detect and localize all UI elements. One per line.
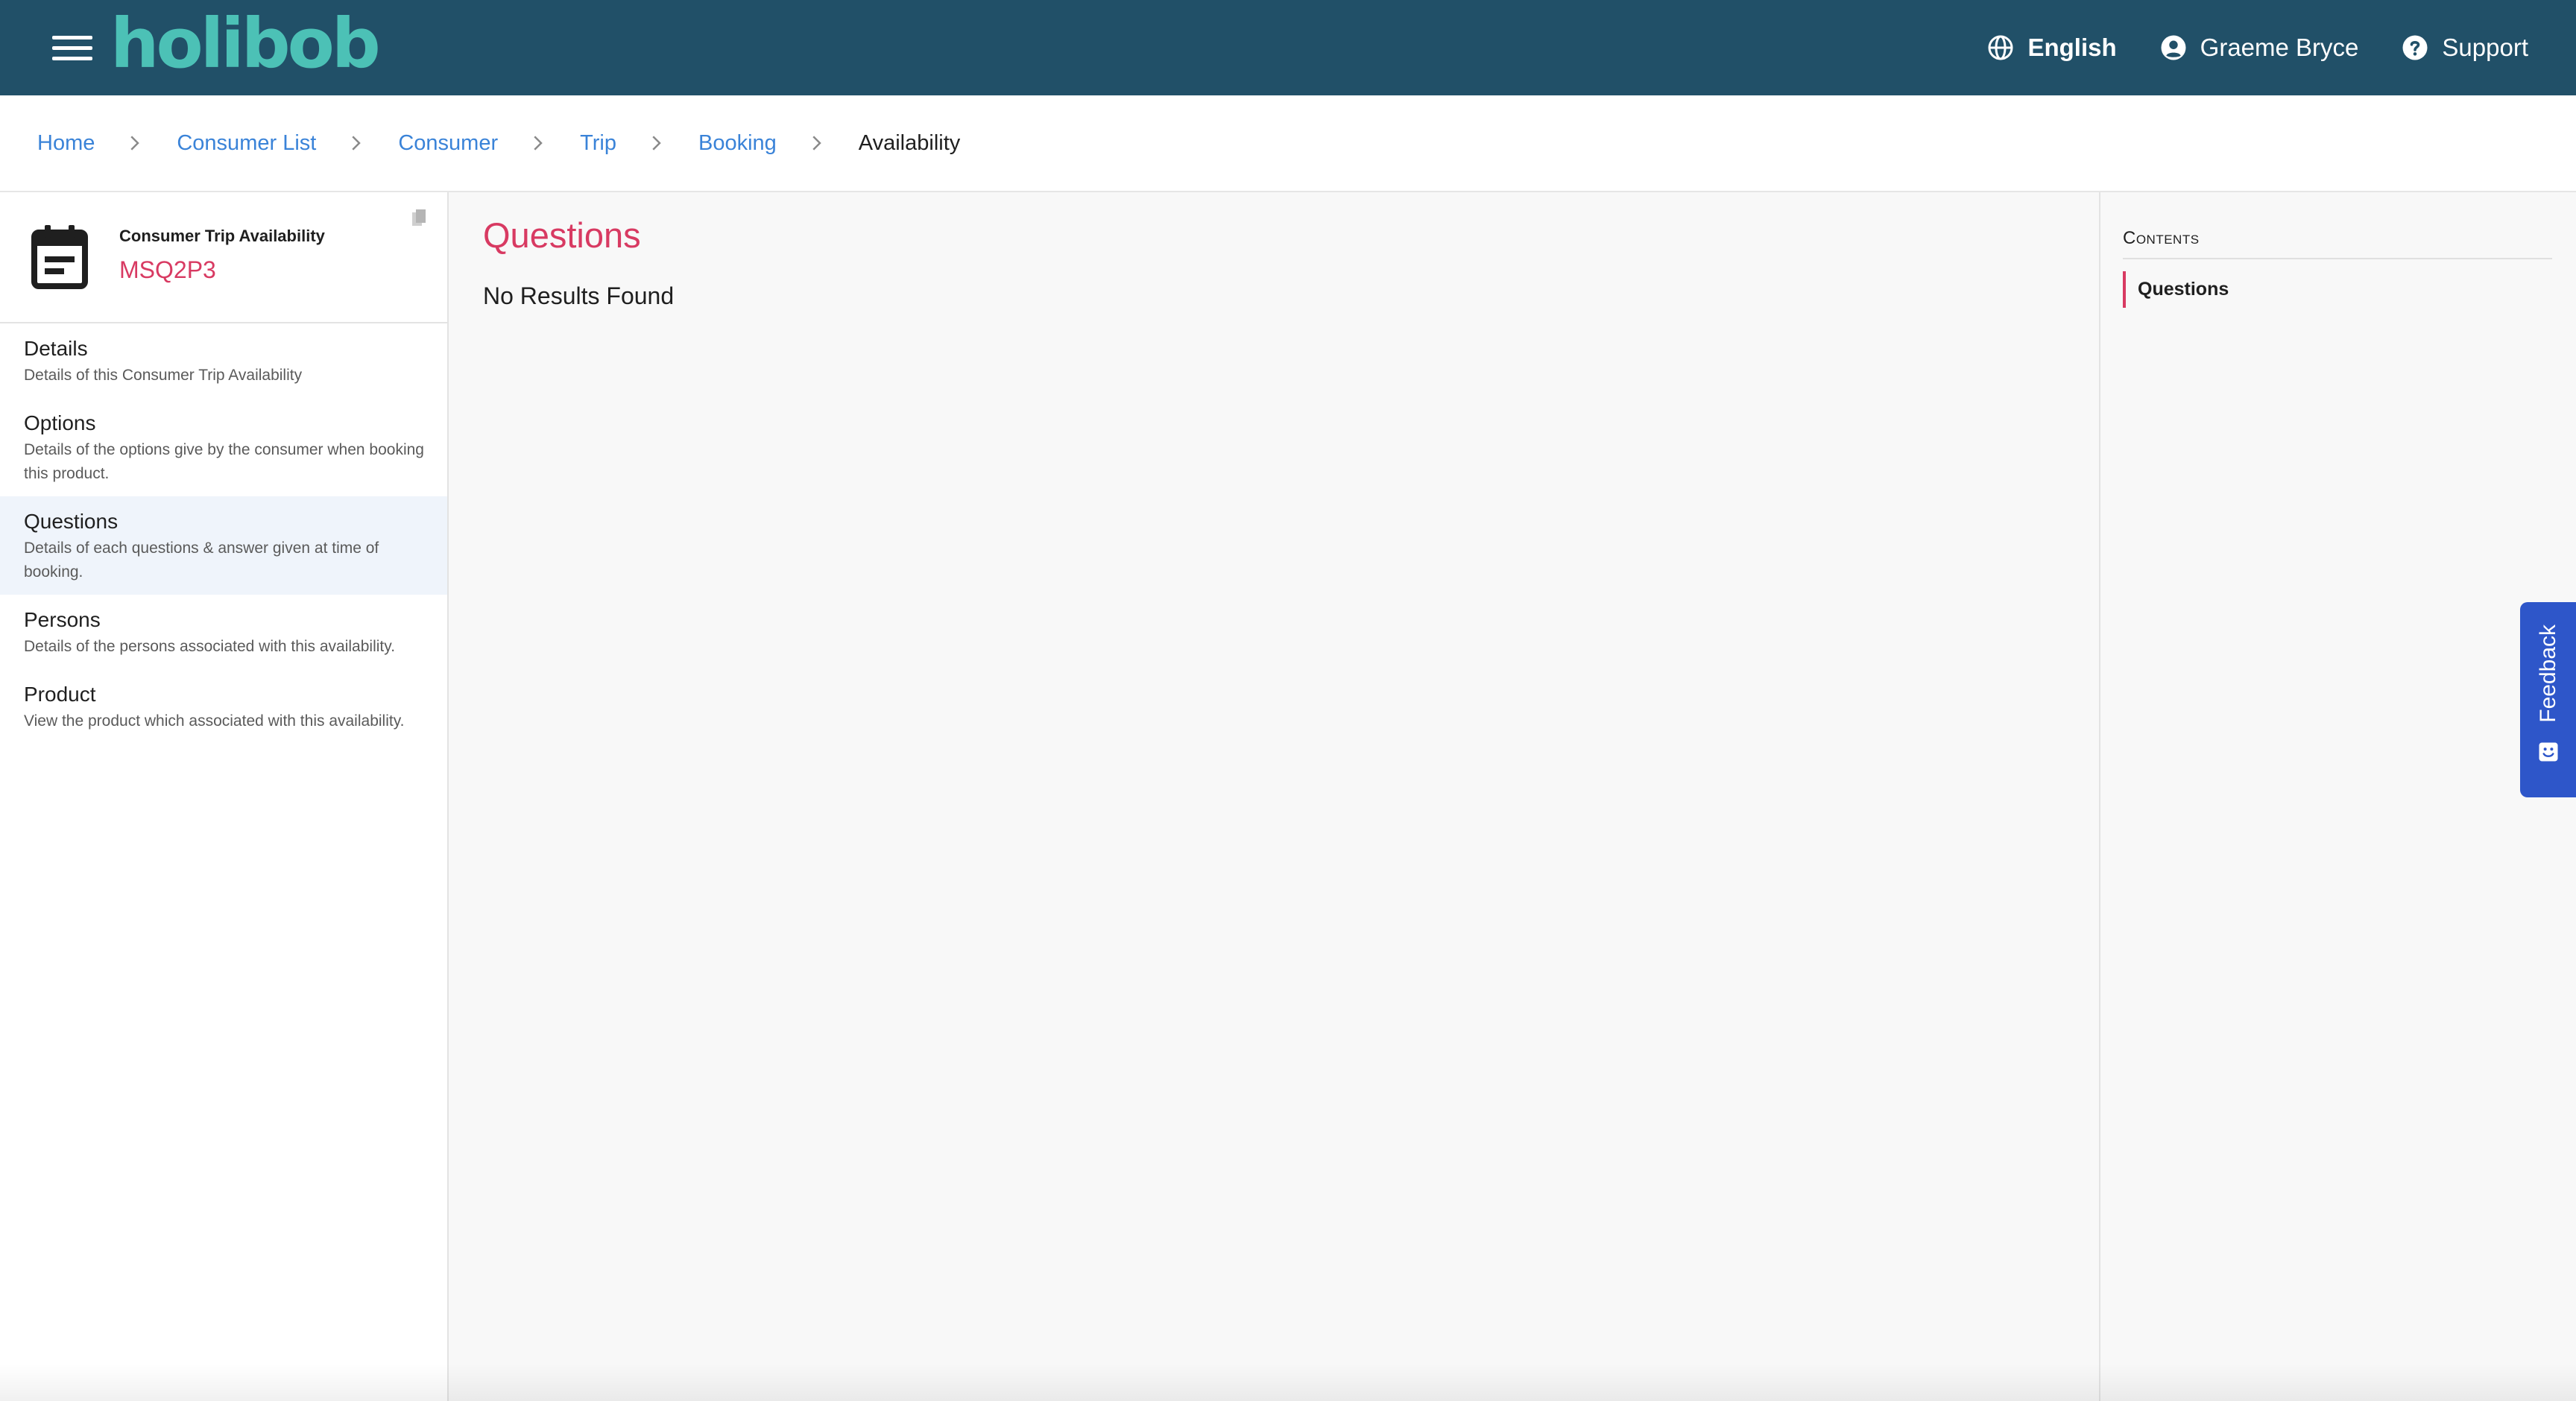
- top-app-bar: holibob English Graeme Bryce Support: [0, 0, 2576, 95]
- chevron-right-icon: [352, 136, 362, 151]
- breadcrumb-consumer-list[interactable]: Consumer List: [177, 131, 316, 156]
- sidebar-item-title: Details: [24, 337, 88, 360]
- breadcrumb-consumer[interactable]: Consumer: [398, 131, 498, 156]
- sidebar-item-title: Product: [24, 683, 96, 706]
- calendar-icon: [31, 225, 88, 289]
- help-icon: [2402, 35, 2428, 60]
- entity-type: Consumer Trip Availability: [119, 226, 325, 245]
- feedback-button[interactable]: Feedback: [2520, 602, 2576, 797]
- contents-item-questions[interactable]: Questions: [2123, 271, 2552, 308]
- feedback-label: Feedback: [2535, 624, 2560, 723]
- sidebar: Consumer Trip Availability MSQ2P3 Detail…: [0, 192, 449, 1401]
- copy-icon[interactable]: [411, 209, 428, 228]
- entity-header: Consumer Trip Availability MSQ2P3: [0, 192, 447, 323]
- breadcrumb: Home Consumer List Consumer Trip Booking…: [0, 95, 2576, 192]
- sidebar-item-options[interactable]: Options Details of the options give by t…: [0, 398, 447, 496]
- sidebar-item-questions[interactable]: Questions Details of each questions & an…: [0, 496, 447, 595]
- chevron-right-icon: [812, 136, 821, 151]
- chevron-right-icon: [534, 136, 543, 151]
- sidebar-item-persons[interactable]: Persons Details of the persons associate…: [0, 595, 447, 669]
- support-label: Support: [2442, 34, 2528, 61]
- sidebar-item-product[interactable]: Product View the product which associate…: [0, 669, 447, 744]
- user-name: Graeme Bryce: [2200, 34, 2359, 61]
- globe-icon: [1988, 35, 2013, 60]
- chevron-right-icon: [130, 136, 140, 151]
- language-selector[interactable]: English: [1987, 34, 2117, 62]
- sidebar-item-title: Persons: [24, 608, 101, 631]
- sidebar-item-title: Options: [24, 411, 96, 434]
- user-menu[interactable]: Graeme Bryce: [2160, 34, 2359, 62]
- breadcrumb-booking[interactable]: Booking: [698, 131, 777, 156]
- page-title: Questions: [483, 215, 641, 255]
- sidebar-item-desc: Details of the persons associated with t…: [24, 638, 396, 655]
- sidebar-item-desc: View the product which associated with t…: [24, 712, 405, 730]
- contents-panel: Contents Questions: [2099, 192, 2576, 1401]
- main-content: Questions No Results Found: [449, 192, 2099, 1401]
- language-label: English: [2027, 34, 2117, 61]
- chevron-right-icon: [652, 136, 661, 151]
- menu-icon[interactable]: [52, 27, 94, 69]
- entity-code: MSQ2P3: [119, 256, 216, 283]
- logo[interactable]: holibob: [110, 10, 381, 78]
- entity-titles: Consumer Trip Availability MSQ2P3: [119, 227, 325, 284]
- sidebar-item-details[interactable]: Details Details of this Consumer Trip Av…: [0, 323, 447, 398]
- smiley-icon: [2539, 742, 2557, 762]
- sidebar-item-desc: Details of this Consumer Trip Availabili…: [24, 367, 303, 384]
- contents-heading: Contents: [2123, 228, 2552, 259]
- sidebar-item-desc: Details of each questions & answer given…: [24, 540, 379, 581]
- breadcrumb-trip[interactable]: Trip: [580, 131, 616, 156]
- breadcrumb-availability: Availability: [858, 130, 961, 155]
- topbar-actions: English Graeme Bryce Support: [1987, 34, 2528, 62]
- support-link[interactable]: Support: [2402, 34, 2528, 62]
- empty-state-text: No Results Found: [483, 282, 675, 309]
- account-icon: [2161, 35, 2186, 60]
- sidebar-item-title: Questions: [24, 510, 119, 533]
- breadcrumb-home[interactable]: Home: [37, 131, 95, 156]
- sidebar-item-desc: Details of the options give by the consu…: [24, 441, 424, 482]
